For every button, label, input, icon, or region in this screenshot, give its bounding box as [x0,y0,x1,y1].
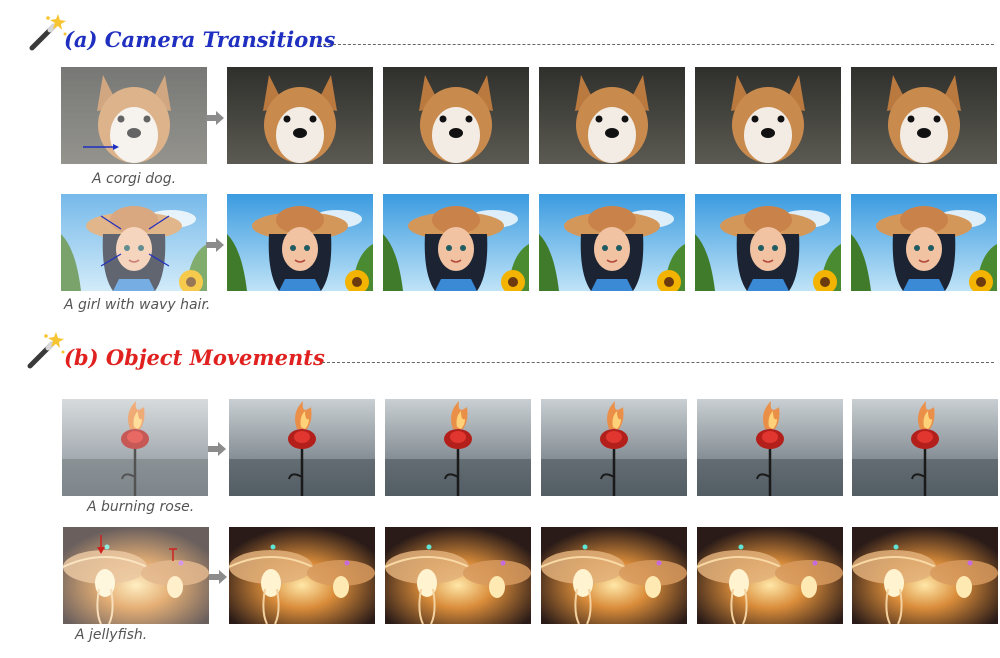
section-title-camera-transitions: (a) Camera Transitions [64,27,336,52]
output-frame-corgi [227,67,373,164]
output-frame-corgi [695,67,841,164]
output-frame-jellyfish [541,527,687,624]
right-arrow-icon [206,110,224,125]
output-frame-rose [697,399,843,496]
right-arrow-icon [206,237,224,252]
right-arrow-icon [209,569,227,584]
output-frame-jellyfish [229,527,375,624]
section-title-object-movements: (b) Object Movements [64,345,325,370]
output-frame-rose [229,399,375,496]
output-frame-corgi [539,67,685,164]
output-frame-girl [851,194,997,291]
input-frame-corgi [61,67,207,164]
row-caption: A burning rose. [87,499,195,515]
output-frame-corgi [383,67,529,164]
row-caption: A girl with wavy hair. [64,297,211,313]
section-divider [322,362,994,363]
output-frame-jellyfish [697,527,843,624]
output-frame-corgi [851,67,997,164]
right-arrow-icon [208,441,226,456]
output-frame-rose [385,399,531,496]
output-frame-girl [383,194,529,291]
input-frame-jellyfish [63,527,209,624]
output-frame-jellyfish [385,527,531,624]
output-frame-girl [227,194,373,291]
output-frame-jellyfish [852,527,998,624]
row-caption: A jellyfish. [75,627,148,643]
magic-wand-icon [28,12,68,52]
section-divider [318,44,994,45]
magic-wand-icon [26,330,66,370]
output-frame-rose [852,399,998,496]
input-frame-girl [61,194,207,291]
row-caption: A corgi dog. [92,171,177,187]
input-frame-rose [62,399,208,496]
output-frame-rose [541,399,687,496]
output-frame-girl [539,194,685,291]
output-frame-girl [695,194,841,291]
